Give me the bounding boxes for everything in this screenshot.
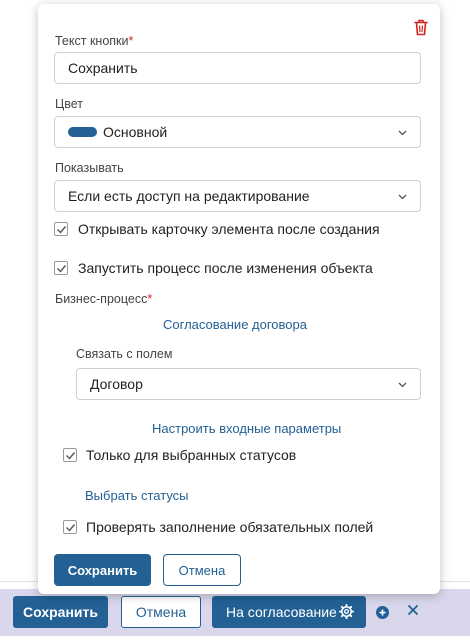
check-required-checkbox[interactable] bbox=[63, 520, 77, 534]
panel-cancel-button[interactable]: Отмена bbox=[163, 554, 241, 586]
check-required-label: Проверять заполнение обязательных полей bbox=[86, 519, 374, 535]
chevron-down-icon bbox=[398, 382, 407, 388]
show-value: Если есть доступ на редактирование bbox=[68, 188, 310, 204]
check-icon bbox=[57, 226, 67, 234]
configure-params-link[interactable]: Настроить входные параметры bbox=[152, 421, 341, 436]
toolbar-approve-button[interactable]: На согласование bbox=[212, 596, 366, 628]
trash-icon[interactable] bbox=[414, 19, 428, 36]
open-card-label: Открывать карточку элемента после создан… bbox=[78, 221, 380, 237]
color-label: Цвет bbox=[55, 97, 84, 111]
show-select[interactable]: Если есть доступ на редактирование bbox=[54, 180, 421, 212]
link-field-value: Договор bbox=[90, 376, 143, 392]
business-process-link[interactable]: Согласование договора bbox=[163, 317, 307, 332]
run-process-checkbox[interactable] bbox=[54, 261, 68, 275]
check-icon bbox=[66, 524, 76, 532]
color-select[interactable]: Основной bbox=[54, 116, 421, 148]
bottom-toolbar: Сохранить Отмена На согласование bbox=[0, 589, 470, 636]
chevron-down-icon bbox=[398, 130, 407, 136]
toolbar-save-button[interactable]: Сохранить bbox=[13, 596, 108, 628]
check-icon bbox=[57, 265, 67, 273]
link-field-label: Связать с полем bbox=[76, 347, 173, 361]
close-icon[interactable] bbox=[406, 603, 420, 617]
add-icon[interactable] bbox=[376, 606, 389, 619]
toolbar-cancel-button[interactable]: Отмена bbox=[121, 596, 201, 628]
show-label: Показывать bbox=[55, 161, 124, 175]
required-mark: * bbox=[147, 292, 153, 306]
panel-save-button[interactable]: Сохранить bbox=[54, 554, 151, 586]
approve-button-label: На согласование bbox=[226, 604, 337, 620]
only-selected-statuses-checkbox[interactable] bbox=[63, 448, 77, 462]
select-statuses-link[interactable]: Выбрать статусы bbox=[85, 488, 189, 503]
button-text-value: Сохранить bbox=[68, 60, 138, 76]
only-selected-statuses-label: Только для выбранных статусов bbox=[86, 447, 297, 463]
business-process-label-text: Бизнес-процесс bbox=[55, 292, 148, 306]
required-mark: * bbox=[128, 34, 134, 48]
button-text-input[interactable]: Сохранить bbox=[54, 52, 421, 84]
run-process-label: Запустить процесс после изменения объект… bbox=[78, 260, 373, 276]
check-icon bbox=[66, 452, 76, 460]
business-process-label: Бизнес-процесс* bbox=[55, 292, 152, 306]
button-text-label: Текст кнопки* bbox=[55, 34, 133, 48]
button-settings-panel: Текст кнопки* Сохранить Цвет Основной По… bbox=[38, 4, 440, 594]
open-card-checkbox[interactable] bbox=[54, 222, 68, 236]
chevron-down-icon bbox=[398, 194, 407, 200]
link-field-select[interactable]: Договор bbox=[76, 368, 421, 400]
color-value: Основной bbox=[103, 124, 168, 140]
gear-icon[interactable] bbox=[339, 604, 354, 619]
button-text-label-text: Текст кнопки bbox=[55, 34, 129, 48]
color-swatch bbox=[68, 127, 97, 137]
